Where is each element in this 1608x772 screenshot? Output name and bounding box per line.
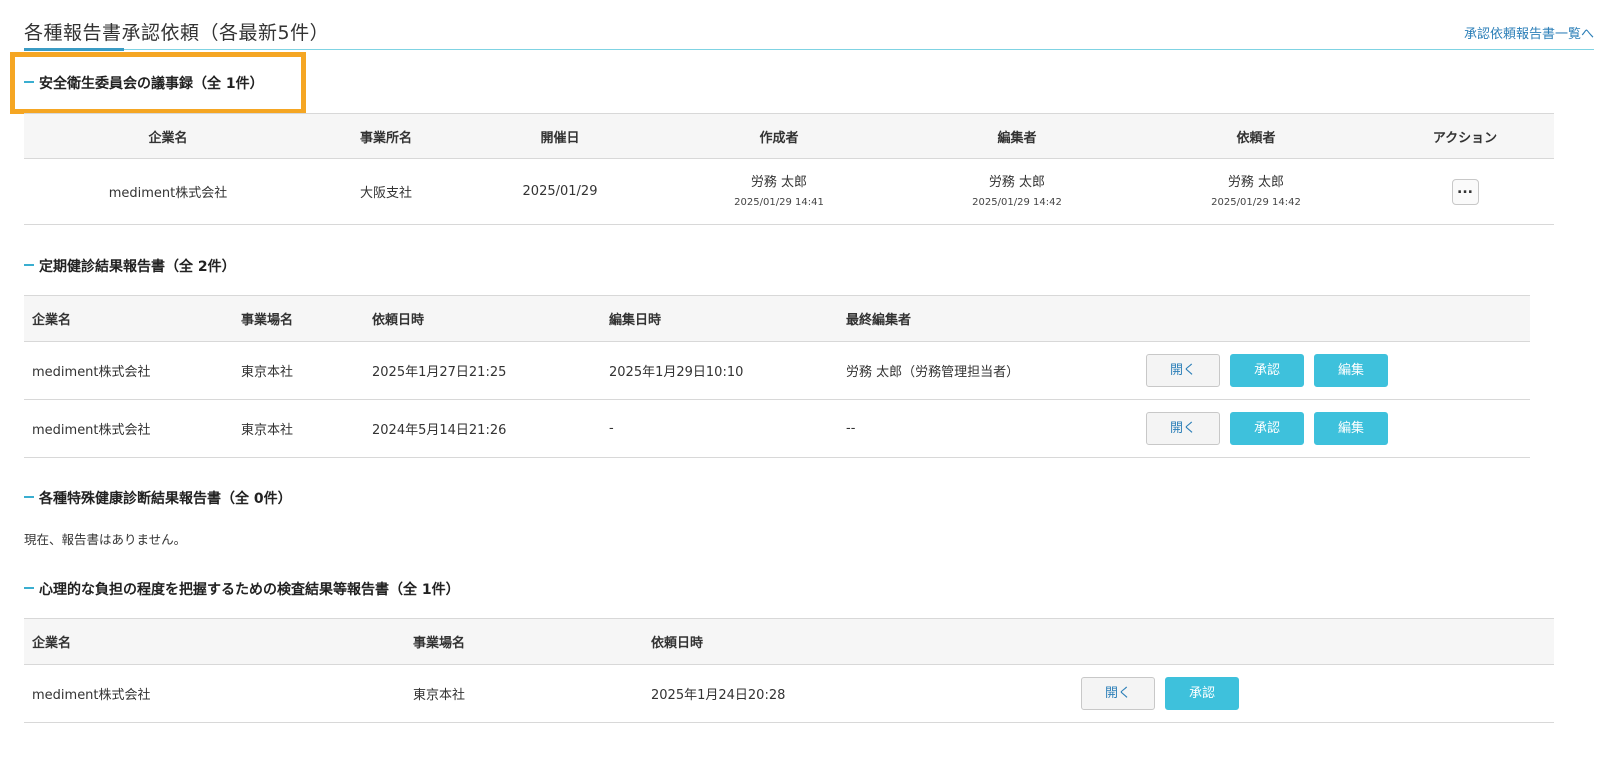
section-title-checkup: 定期健診結果報告書（全 2件） xyxy=(24,256,236,276)
requester-time: 2025/01/29 14:42 xyxy=(1211,196,1301,208)
section-title-text: 各種特殊健康診断結果報告書（全 0件） xyxy=(39,491,292,507)
approve-button[interactable]: 承認 xyxy=(1165,677,1239,710)
table-header-row: 企業名 事業場名 依頼日時 編集日時 最終編集者 xyxy=(24,295,1530,342)
editor-time: 2025/01/29 14:42 xyxy=(972,196,1062,208)
column-header: 依頼日時 xyxy=(643,618,1073,665)
company-cell: mediment株式会社 xyxy=(24,664,405,723)
column-header: 事業所名 xyxy=(312,113,460,159)
editor-cell: 労務 太郎 2025/01/29 14:42 xyxy=(898,158,1136,225)
column-header: 作成者 xyxy=(660,113,898,159)
column-header: 編集者 xyxy=(898,113,1136,159)
title-underline xyxy=(24,48,124,51)
requested-cell: 2025年1月24日20:28 xyxy=(643,664,1073,723)
column-header: 最終編集者 xyxy=(838,295,1138,342)
company-cell: mediment株式会社 xyxy=(24,158,312,225)
site-cell: 東京本社 xyxy=(233,399,364,458)
date-cell: 2025/01/29 xyxy=(460,158,660,225)
requester-name: 労務 太郎 xyxy=(1227,174,1285,190)
dash-icon xyxy=(24,81,34,83)
empty-message: 現在、報告書はありません。 xyxy=(24,532,187,547)
checkup-table: 企業名 事業場名 依頼日時 編集日時 最終編集者 mediment株式会社 東京… xyxy=(24,295,1530,458)
edited-cell: - xyxy=(601,399,838,458)
table-row: mediment株式会社 東京本社 2024年5月14日21:26 - -- 開… xyxy=(24,399,1530,458)
open-button[interactable]: 開く xyxy=(1146,354,1220,387)
column-header: 依頼者 xyxy=(1136,113,1376,159)
section-title-text: 定期健診結果報告書（全 2件） xyxy=(39,259,236,275)
dash-icon xyxy=(24,264,34,266)
column-header-actions xyxy=(1138,295,1530,342)
approve-button[interactable]: 承認 xyxy=(1230,354,1304,387)
creator-name: 労務 太郎 xyxy=(750,174,808,190)
stress-check-table: 企業名 事業場名 依頼日時 mediment株式会社 東京本社 2025年1月2… xyxy=(24,618,1554,723)
edited-cell: 2025年1月29日10:10 xyxy=(601,341,838,400)
section-title-text: 心理的な負担の程度を把握するための検査結果等報告書（全 1件） xyxy=(39,582,460,598)
section-title-special-checkup: 各種特殊健康診断結果報告書（全 0件） xyxy=(24,488,292,508)
office-cell: 大阪支社 xyxy=(312,158,460,225)
site-cell: 東京本社 xyxy=(233,341,364,400)
column-header: アクション xyxy=(1376,113,1554,159)
editor-cell: 労務 太郎（労務管理担当者） xyxy=(838,341,1138,400)
column-header: 編集日時 xyxy=(601,295,838,342)
action-cell: ... xyxy=(1376,158,1554,225)
table-header-row: 企業名 事業場名 依頼日時 xyxy=(24,618,1554,665)
dash-icon xyxy=(24,496,34,498)
column-header: 開催日 xyxy=(460,113,660,159)
table-row: mediment株式会社 東京本社 2025年1月27日21:25 2025年1… xyxy=(24,341,1530,400)
actions-cell: 開く 承認 編集 xyxy=(1138,341,1530,400)
table-row: mediment株式会社 大阪支社 2025/01/29 労務 太郎 2025/… xyxy=(24,158,1554,225)
section-title-committee: 安全衛生委員会の議事録（全 1件） xyxy=(24,73,264,93)
section-title-stress-check: 心理的な負担の程度を把握するための検査結果等報告書（全 1件） xyxy=(24,579,460,599)
page-header: 各種報告書承認依頼（各最新5件） 承認依頼報告書一覧へ xyxy=(24,0,1594,51)
company-cell: mediment株式会社 xyxy=(24,341,233,400)
edit-button[interactable]: 編集 xyxy=(1314,354,1388,387)
editor-cell: -- xyxy=(838,399,1138,458)
approval-list-link[interactable]: 承認依頼報告書一覧へ xyxy=(1464,23,1594,42)
committee-table: 企業名 事業所名 開催日 作成者 編集者 依頼者 アクション mediment株… xyxy=(24,113,1554,225)
page-title: 各種報告書承認依頼（各最新5件） xyxy=(24,22,330,44)
company-cell: mediment株式会社 xyxy=(24,399,233,458)
column-header: 依頼日時 xyxy=(364,295,601,342)
column-header: 企業名 xyxy=(24,618,405,665)
column-header: 事業場名 xyxy=(233,295,364,342)
edit-button[interactable]: 編集 xyxy=(1314,412,1388,445)
dash-icon xyxy=(24,587,34,589)
editor-name: 労務 太郎 xyxy=(988,174,1046,190)
table-header-row: 企業名 事業所名 開催日 作成者 編集者 依頼者 アクション xyxy=(24,113,1554,159)
section-title-text: 安全衛生委員会の議事録（全 1件） xyxy=(39,76,264,92)
column-header: 事業場名 xyxy=(405,618,643,665)
requested-cell: 2024年5月14日21:26 xyxy=(364,399,601,458)
more-actions-button[interactable]: ... xyxy=(1451,178,1479,205)
requested-cell: 2025年1月27日21:25 xyxy=(364,341,601,400)
requester-cell: 労務 太郎 2025/01/29 14:42 xyxy=(1136,158,1376,225)
column-header-actions xyxy=(1073,618,1554,665)
open-button[interactable]: 開く xyxy=(1081,677,1155,710)
site-cell: 東京本社 xyxy=(405,664,643,723)
creator-time: 2025/01/29 14:41 xyxy=(734,196,824,208)
actions-cell: 開く 承認 編集 xyxy=(1138,399,1530,458)
column-header: 企業名 xyxy=(24,113,312,159)
column-header: 企業名 xyxy=(24,295,233,342)
open-button[interactable]: 開く xyxy=(1146,412,1220,445)
table-row: mediment株式会社 東京本社 2025年1月24日20:28 開く 承認 xyxy=(24,664,1554,723)
actions-cell: 開く 承認 xyxy=(1073,664,1554,723)
creator-cell: 労務 太郎 2025/01/29 14:41 xyxy=(660,158,898,225)
approve-button[interactable]: 承認 xyxy=(1230,412,1304,445)
